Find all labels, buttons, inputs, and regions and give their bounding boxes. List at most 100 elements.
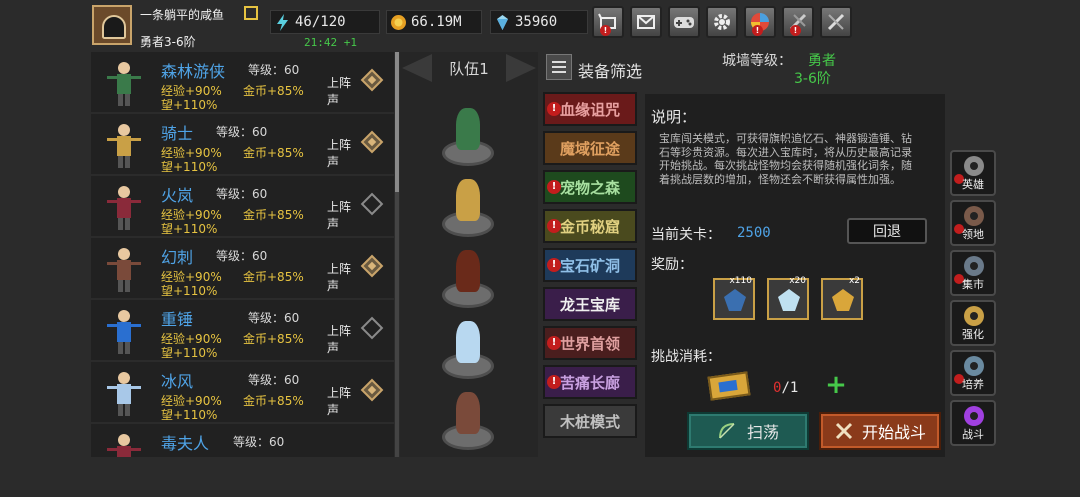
deploy-toggle[interactable] (360, 378, 384, 402)
deploy-toggle[interactable] (360, 130, 384, 154)
hero-gold-bonus: 金币+85% (243, 84, 304, 98)
hero-row[interactable]: 重锤 等级：60 经验+90% 金币+85% 望+110% 上阵声 (91, 300, 394, 362)
start-battle-button[interactable]: 开始战斗 (819, 412, 941, 450)
deploy-toggle[interactable] (360, 68, 384, 92)
side-nav-helmet[interactable]: 英雄 (950, 150, 996, 196)
current-stage-value: 2500 (737, 225, 771, 241)
hero-portrait-icon (107, 62, 141, 106)
gold-counter[interactable]: 66.19M (386, 10, 482, 34)
hero-list[interactable]: 森林游侠 等级：60 经验+90% 金币+85% 望+110% 上阵声 骑士 等… (91, 52, 394, 457)
hero-list-scrollbar[interactable] (395, 52, 399, 457)
reward-item[interactable]: x20 (767, 276, 809, 320)
gamepad-button[interactable] (668, 6, 700, 38)
mode-label: 龙王宝库 (559, 295, 620, 314)
equipment-filter-label[interactable]: 装备筛选 (578, 58, 642, 82)
sword-button[interactable] (820, 6, 852, 38)
hero-figure-icon (456, 108, 480, 150)
hero-portrait-icon (107, 434, 141, 457)
sweep-button[interactable]: 扫荡 (687, 412, 809, 450)
add-ticket-button[interactable]: + (825, 372, 847, 398)
mode-button[interactable]: 龙王宝库 (543, 287, 637, 321)
reward-item[interactable]: x110 (713, 276, 755, 320)
player-rank: 勇者3-6阶 (140, 35, 196, 49)
wheel-button[interactable]: ! (744, 6, 776, 38)
lightning-icon (277, 14, 288, 31)
mode-button[interactable]: 木桩模式 (543, 404, 637, 438)
hero-name: 重锤 (161, 310, 194, 329)
hero-row[interactable]: 森林游侠 等级：60 经验+90% 金币+85% 望+110% 上阵声 (91, 52, 394, 114)
wall-level-value: 勇者 (808, 53, 836, 69)
mode-button[interactable]: ! 苦痛长廊 (543, 365, 637, 399)
hero-row[interactable]: 毒夫人 等级：60 (91, 424, 394, 457)
mode-button[interactable]: ! 血缘诅咒 (543, 92, 637, 126)
team-slot[interactable] (440, 321, 496, 381)
mode-button[interactable]: ! 宝石矿洞 (543, 248, 637, 282)
wall-level-stage: 3-6阶 (794, 71, 831, 87)
bow-icon (718, 423, 735, 439)
player-avatar[interactable] (92, 5, 132, 45)
hero-portrait-icon (107, 372, 141, 416)
sweep-label: 扫荡 (746, 423, 779, 442)
gold-value: 66.19M (411, 14, 462, 30)
mode-label: 苦痛长廊 (559, 373, 620, 392)
settings-button[interactable] (706, 6, 738, 38)
deploy-text: 上阵 (327, 324, 352, 338)
team-panel: 队伍1 (400, 52, 538, 457)
mode-list: ! 血缘诅咒 魔域征途! 宠物之森! 金币秘窟! 宝石矿洞 龙王宝库! 世界首领! 苦痛长廊 木桩… (543, 92, 639, 443)
diamond-icon (497, 15, 508, 30)
hero-row[interactable]: 冰风 等级：60 经验+90% 金币+85% 望+110% 上阵声 (91, 362, 394, 424)
energy-counter[interactable]: 46/120 (270, 10, 380, 34)
hero-name: 冰风 (161, 372, 194, 391)
side-nav-market[interactable]: 集市 (950, 250, 996, 296)
side-nav-label: 强化 (962, 328, 984, 341)
hero-row[interactable]: 骑士 等级：60 经验+90% 金币+85% 望+110% 上阵声 (91, 114, 394, 176)
hero-portrait-icon (107, 186, 141, 230)
gear-icon (714, 14, 730, 30)
mode-button[interactable]: 魔域征途 (543, 131, 637, 165)
warning-icon: ! (547, 219, 561, 233)
mode-button[interactable]: ! 金币秘窟 (543, 209, 637, 243)
deploy-label: 上阵声 (327, 384, 351, 418)
side-nav-potion[interactable]: 培养 (950, 350, 996, 396)
portal-icon (964, 406, 984, 426)
hero-name: 火岚 (161, 186, 194, 205)
mode-button[interactable]: ! 世界首领 (543, 326, 637, 360)
shop-button[interactable]: ! (592, 6, 624, 38)
mode-button[interactable]: ! 宠物之森 (543, 170, 637, 204)
gem-counter[interactable]: 35960 (490, 10, 588, 34)
hero-row[interactable]: 火岚 等级：60 经验+90% 金币+85% 望+110% 上阵声 (91, 176, 394, 238)
hero-level: 等级：60 (216, 187, 268, 201)
deploy-toggle[interactable] (360, 192, 384, 216)
side-nav-anvil[interactable]: 强化 (950, 300, 996, 346)
hero-figure-icon (456, 250, 480, 292)
mode-label: 宝石矿洞 (559, 256, 620, 275)
mail-button[interactable] (630, 6, 662, 38)
current-stage-label: 当前关卡： (651, 227, 721, 243)
side-nav-castle[interactable]: 领地 (950, 200, 996, 246)
crossed-swords-icon (835, 422, 853, 440)
side-nav-label: 集市 (962, 278, 984, 291)
hero-fame-bonus: 望+110% (161, 346, 218, 360)
side-nav-portal[interactable]: 战斗 (950, 400, 996, 446)
team-slot[interactable] (440, 108, 496, 168)
side-nav-label: 领地 (962, 228, 984, 241)
team-slot[interactable] (440, 179, 496, 239)
deploy-label: 上阵声 (327, 260, 351, 294)
reward-item[interactable]: x2 (821, 276, 863, 320)
warning-icon: ! (547, 336, 561, 350)
mode-label: 血缘诅咒 (559, 100, 620, 119)
back-button[interactable]: 回退 (847, 218, 927, 244)
warning-icon: ! (547, 102, 561, 116)
skill-button[interactable]: ! (782, 6, 814, 38)
deploy-label: 上阵声 (327, 322, 351, 356)
team-slot[interactable] (440, 392, 496, 452)
deploy-toggle[interactable] (360, 316, 384, 340)
menu-icon[interactable] (546, 54, 572, 80)
team-slot[interactable] (440, 250, 496, 310)
deploy-text-2: 声 (327, 93, 340, 107)
top-bar: 一条躺平的咸鱼 勇者3-6阶 46/120 21:42 +1 66.19M 35… (90, 0, 970, 50)
deploy-toggle[interactable] (360, 254, 384, 278)
wall-level-label: 城墙等级： (722, 53, 792, 69)
hero-row[interactable]: 幻刺 等级：60 经验+90% 金币+85% 望+110% 上阵声 (91, 238, 394, 300)
edit-name-icon[interactable] (244, 6, 258, 20)
